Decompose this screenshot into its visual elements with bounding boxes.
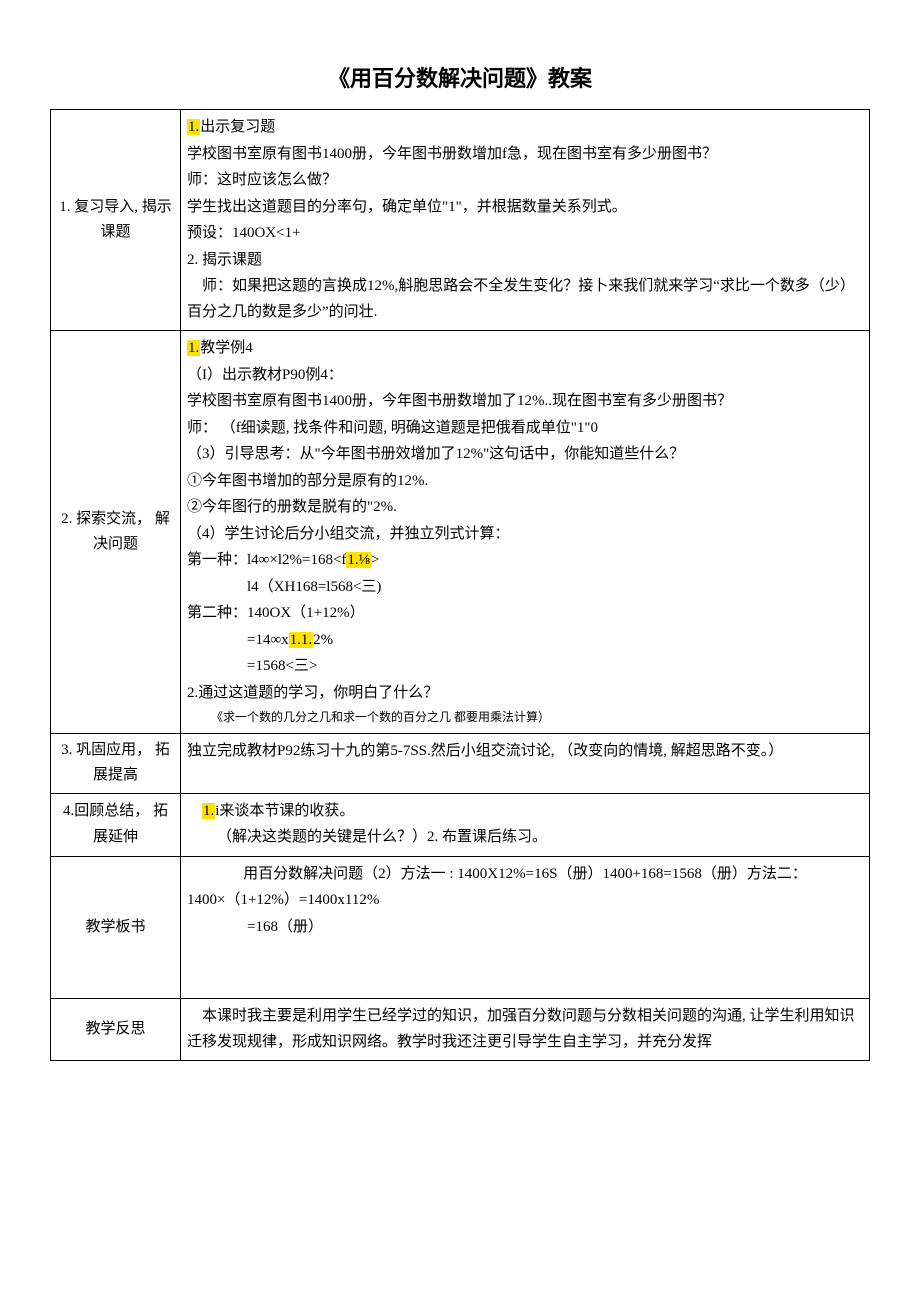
content-line: 用百分数解决问题（2）方法一 : 1400X12%=16S（册）1400+168… — [187, 862, 863, 888]
table-row: 3. 巩固应用， 拓展提高独立完成教材P92练习十九的第5-7SS.然后小组交流… — [51, 733, 870, 793]
row-label: 教学反思 — [51, 999, 181, 1061]
line-text: i来谈本节课的收获。 — [215, 803, 354, 819]
content-line: 预设：140OX<1+ — [187, 221, 863, 247]
line-text: 2. 揭示课题 — [187, 252, 262, 268]
row-content: 1.出示复习题学校图书室原有图书1400册，今年图书册数增加f急，现在图书室有多… — [181, 110, 870, 331]
line-text: 用百分数解决问题（2）方法一 : 1400X12%=16S（册）1400+168… — [243, 866, 807, 882]
content-line: 1400×（1+12%）=1400x112% — [187, 888, 863, 914]
lesson-plan-table: 1. 复习导入, 揭示课题1.出示复习题学校图书室原有图书1400册，今年图书册… — [50, 109, 870, 1061]
line-text: 1400×（1+12%）=1400x112% — [187, 892, 379, 908]
line-text-after: > — [371, 552, 379, 568]
content-line: l4（XH168=l568<三) — [187, 575, 863, 601]
content-line: =168（册） — [187, 915, 863, 941]
row-label: 2. 探索交流， 解决问题 — [51, 331, 181, 733]
line-text: 预设：140OX<1+ — [187, 225, 301, 241]
line-text: 师：如果把这题的言换成12%,斛胞思路会不全发生变化？接卜来我们就来学习“求比一… — [187, 278, 855, 320]
line-text: （3）引导思考：从"今年图书册效增加了12%"这句话中，你能知道些什么？ — [187, 446, 684, 462]
line-text — [187, 945, 191, 961]
highlight: 1.⅛ — [346, 552, 371, 568]
content-line: 第一种：l4∞×l2%=168<f1.⅛> — [187, 548, 863, 574]
content-line: ②今年图行的册数是脱有的"2%. — [187, 495, 863, 521]
line-text: （解决这类题的关键是什么？）2. 布置课后练习。 — [217, 829, 547, 845]
line-text: =1568<三> — [247, 658, 317, 674]
content-line: （3）引导思考：从"今年图书册效增加了12%"这句话中，你能知道些什么？ — [187, 442, 863, 468]
row-content: 独立完成教材P92练习十九的第5-7SS.然后小组交流讨论, （改变向的情境, … — [181, 733, 870, 793]
row-label: 教学板书 — [51, 856, 181, 999]
content-line: 学生找出这道题目的分率句，确定单位"1"，并根据数量关系列式。 — [187, 195, 863, 221]
line-text: l4（XH168=l568<三) — [247, 579, 381, 595]
line-text: 独立完成教材P92练习十九的第5-7SS.然后小组交流讨论, （改变向的情境, … — [187, 743, 783, 759]
highlight: 1. — [202, 803, 215, 819]
line-text: 师： （f细读题, 找条件和问题, 明确这道题是把俄看成单位"1"0 — [187, 420, 598, 436]
line-text: 教学例4 — [200, 340, 253, 356]
row-label: 1. 复习导入, 揭示课题 — [51, 110, 181, 331]
content-line: 1.i来谈本节课的收获。 — [187, 799, 863, 825]
row-content: 1.i来谈本节课的收获。 （解决这类题的关键是什么？）2. 布置课后练习。 — [181, 793, 870, 856]
table-row: 1. 复习导入, 揭示课题1.出示复习题学校图书室原有图书1400册，今年图书册… — [51, 110, 870, 331]
content-line: 第二种：140OX（1+12%） — [187, 601, 863, 627]
content-line: 学校图书室原有图书1400册，今年图书册数增加f急，现在图书室有多少册图书？ — [187, 142, 863, 168]
line-text: 第二种：140OX（1+12%） — [187, 605, 365, 621]
row-label: 3. 巩固应用， 拓展提高 — [51, 733, 181, 793]
line-text: 出示复习题 — [200, 119, 275, 135]
content-line: （4）学生讨论后分小组交流，并独立列式计算： — [187, 522, 863, 548]
content-line — [187, 968, 863, 994]
content-line: （I）出示教材P90例4： — [187, 363, 863, 389]
table-row: 教学板书 用百分数解决问题（2）方法一 : 1400X12%=16S（册）1400… — [51, 856, 870, 999]
content-line: =1568<三> — [187, 654, 863, 680]
content-line: 独立完成教材P92练习十九的第5-7SS.然后小组交流讨论, （改变向的情境, … — [187, 739, 863, 765]
table-row: 4.回顾总结， 拓展延伸1.i来谈本节课的收获。（解决这类题的关键是什么？）2.… — [51, 793, 870, 856]
line-text — [187, 972, 191, 988]
line-text: =168（册） — [247, 919, 323, 935]
line-text: 学校图书室原有图书1400册，今年图书册数增加f急，现在图书室有多少册图书？ — [187, 146, 717, 162]
highlight: 1. — [187, 340, 200, 356]
content-line: 《求一个数的几分之几和求一个数的百分之几 都要用乘法计算） — [187, 707, 863, 727]
line-text: （I）出示教材P90例4： — [187, 367, 343, 383]
page-title: 《用百分数解决问题》教案 — [50, 60, 870, 97]
line-text: =14∞x — [247, 632, 289, 648]
line-text: 学生找出这道题目的分率句，确定单位"1"，并根据数量关系列式。 — [187, 199, 627, 215]
line-text: 2.通过这道题的学习，你明白了什么？ — [187, 685, 438, 701]
row-label: 4.回顾总结， 拓展延伸 — [51, 793, 181, 856]
content-line: 师：这时应该怎么做？ — [187, 168, 863, 194]
content-line: 1.出示复习题 — [187, 115, 863, 141]
line-text: 学校图书室原有图书1400册，今年图书册数增加了12%..现在图书室有多少册图书… — [187, 393, 732, 409]
content-line — [187, 941, 863, 967]
row-content: 1.教学例4 （I）出示教材P90例4： 学校图书室原有图书1400册，今年图书册数… — [181, 331, 870, 733]
line-text: 师：这时应该怎么做？ — [187, 172, 337, 188]
content-line: 1.教学例4 — [187, 336, 863, 362]
table-row: 2. 探索交流， 解决问题1.教学例4（I）出示教材P90例4：学校图书室原有图… — [51, 331, 870, 733]
table-row: 教学反思本课时我主要是利用学生已经学过的知识，加强百分数问题与分数相关问题的沟通… — [51, 999, 870, 1061]
content-line: 学校图书室原有图书1400册，今年图书册数增加了12%..现在图书室有多少册图书… — [187, 389, 863, 415]
line-text: 本课时我主要是利用学生已经学过的知识，加强百分数问题与分数相关问题的沟通, 让学… — [187, 1008, 855, 1050]
line-text: 第一种：l4∞×l2%=168<f — [187, 552, 346, 568]
line-text: ②今年图行的册数是脱有的"2%. — [187, 499, 397, 515]
line-text: （4）学生讨论后分小组交流，并独立列式计算： — [187, 526, 510, 542]
content-line: 2.通过这道题的学习，你明白了什么？ — [187, 681, 863, 707]
content-line: 本课时我主要是利用学生已经学过的知识，加强百分数问题与分数相关问题的沟通, 让学… — [187, 1004, 863, 1055]
highlight: 1. — [187, 119, 200, 135]
line-text: 《求一个数的几分之几和求一个数的百分之几 都要用乘法计算） — [211, 710, 550, 724]
content-line: 师：如果把这题的言换成12%,斛胞思路会不全发生变化？接卜来我们就来学习“求比一… — [187, 274, 863, 325]
row-content: 用百分数解决问题（2）方法一 : 1400X12%=16S（册）1400+168… — [181, 856, 870, 999]
line-text: ①今年图书增加的部分是原有的12%. — [187, 473, 428, 489]
content-line: ①今年图书增加的部分是原有的12%. — [187, 469, 863, 495]
line-text-after: 2% — [313, 632, 333, 648]
row-content: 本课时我主要是利用学生已经学过的知识，加强百分数问题与分数相关问题的沟通, 让学… — [181, 999, 870, 1061]
content-line: 师： （f细读题, 找条件和问题, 明确这道题是把俄看成单位"1"0 — [187, 416, 863, 442]
content-line: =14∞x1.1.2% — [187, 628, 863, 654]
content-line: 2. 揭示课题 — [187, 248, 863, 274]
content-line: （解决这类题的关键是什么？）2. 布置课后练习。 — [187, 825, 863, 851]
highlight: 1.1. — [289, 632, 314, 648]
